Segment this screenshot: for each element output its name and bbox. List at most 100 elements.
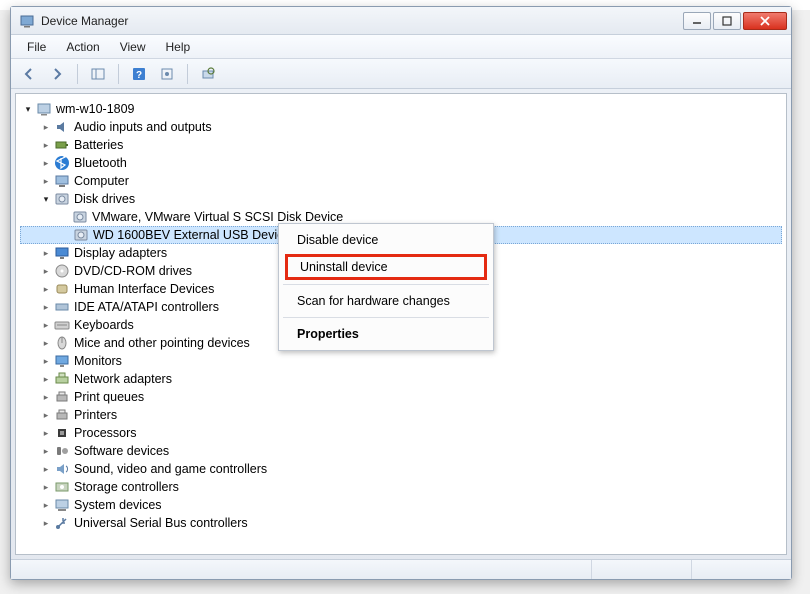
expander-icon[interactable]: ▾ [40, 193, 52, 205]
tree-node-label: Software devices [74, 444, 169, 458]
tree-category[interactable]: ▸ Software devices [20, 442, 782, 460]
tree-node-label: Display adapters [74, 246, 167, 260]
expander-icon[interactable]: ▸ [40, 355, 52, 367]
menu-file[interactable]: File [17, 37, 56, 57]
expander-icon[interactable]: ▸ [40, 337, 52, 349]
separator [118, 64, 119, 84]
system-icon [54, 497, 70, 513]
expander-icon[interactable]: ▸ [40, 265, 52, 277]
menu-view[interactable]: View [110, 37, 156, 57]
status-cell [691, 560, 791, 579]
tree-category[interactable]: ▸ Computer [20, 172, 782, 190]
tree-category[interactable]: ▸ Monitors [20, 352, 782, 370]
software-icon [54, 443, 70, 459]
close-button[interactable] [743, 12, 787, 30]
mouse-icon [54, 335, 70, 351]
menu-action[interactable]: Action [56, 37, 109, 57]
back-button[interactable] [17, 63, 41, 85]
disk-icon [54, 191, 70, 207]
tree-node-label: IDE ATA/ATAPI controllers [74, 300, 219, 314]
show-hide-tree-button[interactable] [86, 63, 110, 85]
expander-icon[interactable]: ▸ [40, 247, 52, 259]
expander-icon[interactable]: ▸ [40, 409, 52, 421]
storage-icon [54, 479, 70, 495]
menu-help[interactable]: Help [156, 37, 201, 57]
dvd-icon [54, 263, 70, 279]
tree-category[interactable]: ▸Bluetooth [20, 154, 782, 172]
expander-icon[interactable]: ▸ [40, 517, 52, 529]
expander-icon[interactable]: ▾ [22, 103, 34, 115]
expander-icon[interactable]: ▸ [40, 301, 52, 313]
context-menu: Disable deviceUninstall device Scan for h… [278, 223, 494, 351]
tree-category[interactable]: ▸ Audio inputs and outputs [20, 118, 782, 136]
computer-icon [54, 173, 70, 189]
tree-category[interactable]: ▸ Print queues [20, 388, 782, 406]
expander-icon[interactable]: ▸ [40, 427, 52, 439]
app-icon [19, 13, 35, 29]
expander-icon[interactable]: ▸ [40, 373, 52, 385]
tree-node-label: Keyboards [74, 318, 134, 332]
titlebar: Device Manager [11, 7, 791, 35]
tree-node-label: Audio inputs and outputs [74, 120, 212, 134]
ctx-uninstall-device[interactable]: Uninstall device [285, 254, 487, 280]
expander-icon[interactable]: ▸ [40, 391, 52, 403]
expander-icon[interactable]: ▸ [40, 121, 52, 133]
tree-node-label: Computer [74, 174, 129, 188]
scan-hardware-button[interactable] [196, 63, 220, 85]
minimize-button[interactable] [683, 12, 711, 30]
tree-category[interactable]: ▾ Disk drives [20, 190, 782, 208]
help-button[interactable]: ? [127, 63, 151, 85]
usb-icon [54, 515, 70, 531]
tree-node-label: Batteries [74, 138, 123, 152]
ctx-properties[interactable]: Properties [281, 322, 491, 346]
tree-category[interactable]: ▸ Universal Serial Bus controllers [20, 514, 782, 532]
expander-icon[interactable]: ▸ [40, 319, 52, 331]
tree-category[interactable]: ▸Processors [20, 424, 782, 442]
sound-icon [54, 461, 70, 477]
tree-node-label: Disk drives [74, 192, 135, 206]
status-cell [591, 560, 691, 579]
tree-root[interactable]: ▾wm-w10-1809 [20, 100, 782, 118]
battery-icon [54, 137, 70, 153]
tree-node-label: Universal Serial Bus controllers [74, 516, 248, 530]
tree-category[interactable]: ▸ Storage controllers [20, 478, 782, 496]
tree-node-label: Monitors [74, 354, 122, 368]
printer-icon [54, 407, 70, 423]
tree-node-label: Print queues [74, 390, 144, 404]
monitor-icon [54, 353, 70, 369]
expander-icon[interactable]: ▸ [40, 157, 52, 169]
tree-node-label: Storage controllers [74, 480, 179, 494]
expander-icon[interactable]: ▸ [40, 445, 52, 457]
ctx-disable-device[interactable]: Disable device [281, 228, 491, 252]
tree-category[interactable]: ▸ System devices [20, 496, 782, 514]
tree-category[interactable]: ▸ Printers [20, 406, 782, 424]
status-cell [11, 560, 591, 579]
tree-node-label: Printers [74, 408, 117, 422]
maximize-button[interactable] [713, 12, 741, 30]
tree-category[interactable]: ▸ Batteries [20, 136, 782, 154]
expander-icon[interactable]: ▸ [40, 499, 52, 511]
expander-icon[interactable]: ▸ [40, 175, 52, 187]
window-controls [683, 12, 787, 30]
statusbar [11, 559, 791, 579]
keyboard-icon [54, 317, 70, 333]
expander-icon[interactable]: ▸ [40, 463, 52, 475]
tree-category[interactable]: ▸Network adapters [20, 370, 782, 388]
tree-node-label: WD 1600BEV External USB Device [93, 228, 290, 242]
tree-category[interactable]: ▸Sound, video and game controllers [20, 460, 782, 478]
expander-icon[interactable]: ▸ [40, 139, 52, 151]
tree-node-label: DVD/CD-ROM drives [74, 264, 192, 278]
tree-node-label: System devices [74, 498, 162, 512]
properties-button[interactable] [155, 63, 179, 85]
separator [187, 64, 188, 84]
expander-icon[interactable]: ▸ [40, 283, 52, 295]
ctx-scan-for-hardware-changes[interactable]: Scan for hardware changes [281, 289, 491, 313]
root-icon [36, 101, 52, 117]
ide-icon [54, 299, 70, 315]
hid-icon [54, 281, 70, 297]
separator [77, 64, 78, 84]
tree-node-label: VMware, VMware Virtual S SCSI Disk Devic… [92, 210, 343, 224]
expander-icon[interactable]: ▸ [40, 481, 52, 493]
forward-button[interactable] [45, 63, 69, 85]
display-icon [54, 245, 70, 261]
